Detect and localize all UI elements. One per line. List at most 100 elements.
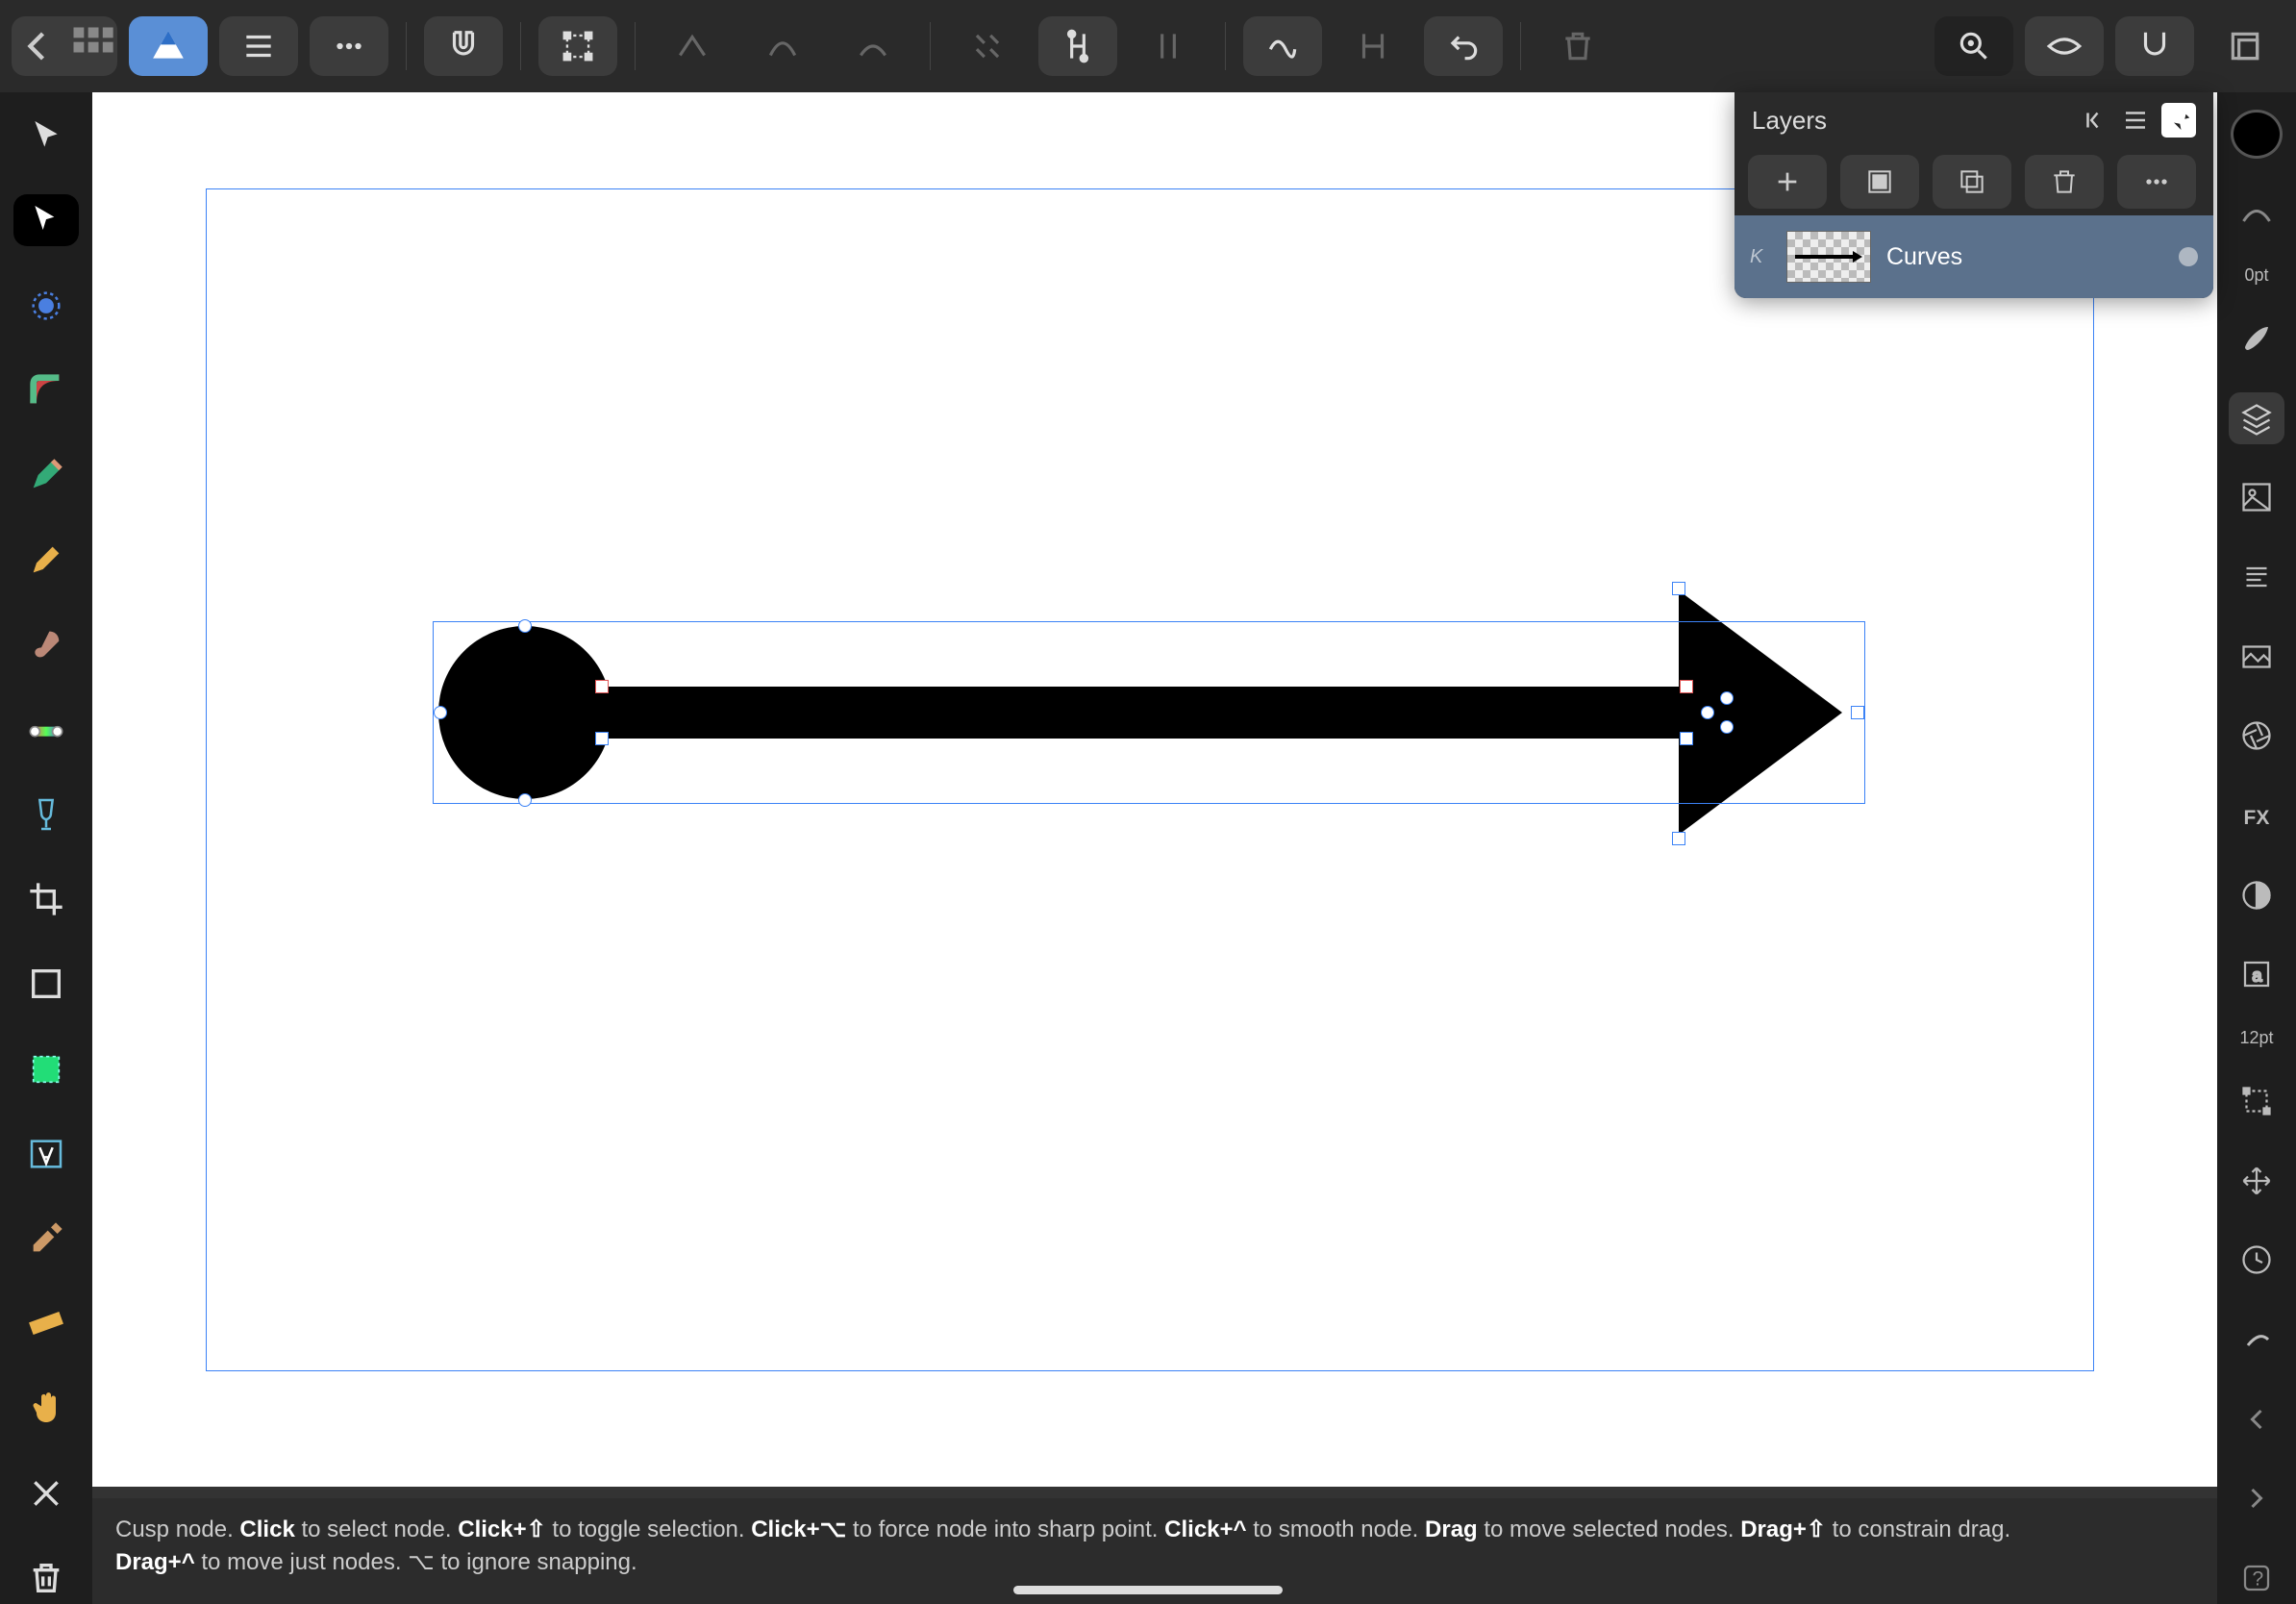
history-studio[interactable] (2229, 1234, 2284, 1287)
node-handle[interactable] (1851, 706, 1864, 719)
node-handle[interactable] (1680, 680, 1693, 693)
action2-button[interactable] (1424, 16, 1503, 76)
eyedropper-icon (27, 1219, 65, 1258)
canvas-viewport[interactable] (92, 92, 2217, 1498)
shape-tool[interactable] (13, 958, 79, 1010)
fx-studio[interactable]: FX (2229, 789, 2284, 842)
hand-tool[interactable] (13, 1382, 79, 1434)
layer-options-button[interactable] (2117, 155, 2196, 209)
right-arrow-studio[interactable] (2229, 1472, 2284, 1525)
eye-icon (2046, 28, 2083, 64)
stroke-studio[interactable] (2229, 186, 2284, 238)
add-layer-button[interactable] (1748, 155, 1827, 209)
zoom-fit-button[interactable] (1934, 16, 2013, 76)
bbox-icon (2239, 1084, 2274, 1118)
corner-tool[interactable] (13, 364, 79, 416)
colour-picker-tool[interactable] (13, 1213, 79, 1265)
character-studio[interactable]: a (2229, 948, 2284, 1001)
left-arrow-studio[interactable] (2229, 1392, 2284, 1445)
help-studio[interactable]: ? (2229, 1551, 2284, 1604)
join-curves-button[interactable] (1129, 16, 1208, 76)
convert-smooth-button[interactable] (743, 16, 822, 76)
navigator-studio[interactable] (2229, 1154, 2284, 1207)
group-layer-button[interactable] (1933, 155, 2011, 209)
assets-studio[interactable] (2229, 471, 2284, 524)
node-handle[interactable] (595, 732, 609, 745)
node-handle[interactable] (434, 706, 447, 719)
node-handle[interactable] (518, 619, 532, 633)
node-handle[interactable] (595, 680, 609, 693)
reverse-icon (1264, 28, 1301, 64)
node-handle[interactable] (1720, 720, 1734, 734)
snapping-button[interactable] (424, 16, 503, 76)
break-curve-button[interactable] (948, 16, 1027, 76)
close-curve-button[interactable] (1038, 16, 1117, 76)
left-tool-strip (0, 92, 92, 1604)
reverse-curve-button[interactable] (1243, 16, 1322, 76)
svg-text:a: a (2253, 966, 2263, 986)
node-handle[interactable] (1672, 832, 1685, 845)
crop-tool[interactable] (13, 873, 79, 925)
brush-studio[interactable] (2229, 313, 2284, 365)
action1-button[interactable] (1334, 16, 1412, 76)
collapse-icon[interactable] (2081, 106, 2109, 135)
delete-tool[interactable] (13, 1552, 79, 1604)
node-handle[interactable] (1701, 706, 1714, 719)
pencil-tool[interactable] (13, 534, 79, 586)
close-curve-icon (1060, 28, 1096, 64)
move-tool[interactable] (13, 110, 79, 162)
persona-designer-button[interactable] (129, 16, 208, 76)
preview-button[interactable] (2025, 16, 2104, 76)
edit-menu-button[interactable] (310, 16, 388, 76)
prev-studio[interactable] (2229, 1314, 2284, 1366)
pen-tool[interactable] (13, 449, 79, 501)
layer-row[interactable]: K Curves (1734, 215, 2213, 298)
delete-layer-button[interactable] (2025, 155, 2104, 209)
stroke-icon (2239, 195, 2274, 230)
pencil-icon (27, 540, 65, 579)
ruler-tool[interactable] (13, 1297, 79, 1349)
node-handle[interactable] (1720, 691, 1734, 705)
layers-panel: Layers K Curves (1734, 92, 2213, 298)
layers-studio[interactable] (2229, 392, 2284, 445)
back-home-button[interactable] (12, 16, 117, 76)
fill-tool[interactable] (13, 704, 79, 756)
smart-node-icon (855, 28, 891, 64)
styles-studio[interactable] (2229, 868, 2284, 921)
paragraph-icon (2239, 560, 2274, 594)
stock-studio[interactable] (2229, 630, 2284, 683)
adjust-studio[interactable] (2229, 710, 2284, 763)
pin-panel-button[interactable] (2161, 103, 2196, 138)
list-icon[interactable] (2121, 106, 2150, 135)
delete-node-button[interactable] (1538, 16, 1617, 76)
node-handle[interactable] (518, 793, 532, 807)
mask-layer-button[interactable] (1840, 155, 1919, 209)
crop-icon (27, 880, 65, 918)
convert-smart-button[interactable] (834, 16, 912, 76)
smart-shape-tool[interactable] (13, 1042, 79, 1094)
quick-menu-button[interactable] (2115, 16, 2194, 76)
transform-studio[interactable] (2229, 1075, 2284, 1128)
half-circle-icon (2239, 878, 2274, 913)
node-handle[interactable] (1680, 732, 1693, 745)
clock-icon (2239, 1242, 2274, 1277)
brush-tool[interactable] (13, 618, 79, 670)
fullscreen-button[interactable] (2206, 16, 2284, 76)
transparency-tool[interactable] (13, 789, 79, 840)
text-studio[interactable] (2229, 551, 2284, 604)
convert-sharp-button[interactable] (653, 16, 732, 76)
document-menu-button[interactable] (219, 16, 298, 76)
ruler-icon (27, 1304, 65, 1342)
artboard (92, 92, 2217, 1487)
transform-mode-button[interactable] (538, 16, 617, 76)
trash3-icon (2049, 166, 2080, 197)
contour-tool[interactable] (13, 279, 79, 331)
colour-swatch[interactable] (2231, 110, 2283, 159)
node-tool[interactable] (13, 194, 79, 246)
text-tool[interactable] (13, 1128, 79, 1180)
fullscreen-icon (2227, 28, 2263, 64)
node-handle[interactable] (1672, 582, 1685, 595)
layer-visibility-toggle[interactable] (2179, 247, 2198, 266)
close-tool[interactable] (13, 1467, 79, 1519)
trash2-icon (27, 1559, 65, 1597)
